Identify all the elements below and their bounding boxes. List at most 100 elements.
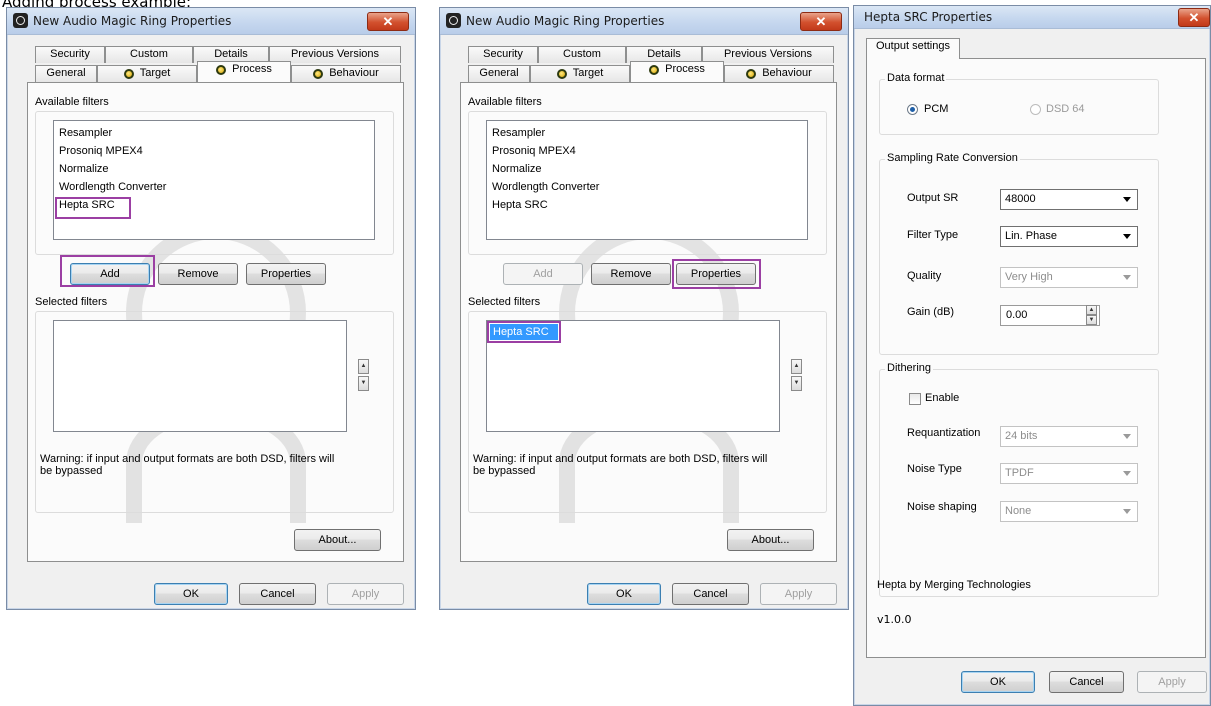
list-item[interactable]: Wordlength Converter xyxy=(59,181,166,193)
close-button[interactable]: ✕ xyxy=(800,12,842,31)
tab-behaviour[interactable]: Behaviour xyxy=(724,65,834,82)
noise-shaping-select[interactable]: None xyxy=(1000,501,1138,522)
requantization-select[interactable]: 24 bits xyxy=(1000,426,1138,447)
arrow-up-icon: ▲ xyxy=(1088,307,1095,313)
filter-type-select[interactable]: Lin. Phase xyxy=(1000,226,1138,247)
tab-process[interactable]: Process xyxy=(197,61,291,82)
target-icon xyxy=(123,69,134,79)
properties-button[interactable]: Properties xyxy=(246,263,326,285)
ok-button[interactable]: OK xyxy=(154,583,228,605)
list-item[interactable]: Prosoniq MPEX4 xyxy=(59,145,143,157)
available-filters-label: Available filters xyxy=(468,96,542,108)
list-item[interactable]: Prosoniq MPEX4 xyxy=(492,145,576,157)
apply-button[interactable]: Apply xyxy=(327,583,404,605)
title-bar[interactable]: Hepta SRC Properties ✕ xyxy=(854,6,1210,29)
move-down-button[interactable]: ▼ xyxy=(358,376,369,391)
noise-shaping-value: None xyxy=(1005,505,1032,517)
remove-button[interactable]: Remove xyxy=(158,263,238,285)
vendor-text: Hepta by Merging Technologies xyxy=(877,579,1031,591)
chevron-down-icon xyxy=(1123,234,1131,239)
quality-select[interactable]: Very High xyxy=(1000,267,1138,288)
tab-process[interactable]: Process xyxy=(630,61,724,82)
ok-button[interactable]: OK xyxy=(587,583,661,605)
noise-type-label: Noise Type xyxy=(907,463,962,475)
chevron-down-icon xyxy=(1123,509,1131,514)
list-item[interactable]: Resampler xyxy=(59,127,112,139)
list-item[interactable]: Normalize xyxy=(492,163,542,175)
close-icon: ✕ xyxy=(1188,10,1200,25)
tab-general[interactable]: General xyxy=(468,65,530,82)
arrow-up-icon: ▲ xyxy=(793,363,800,369)
title-bar[interactable]: New Audio Magic Ring Properties ✕ xyxy=(7,8,415,35)
tab-target[interactable]: Target xyxy=(97,65,197,82)
window-title: New Audio Magic Ring Properties xyxy=(466,14,665,28)
selected-filters-list[interactable] xyxy=(53,320,347,432)
gain-up-button[interactable]: ▲ xyxy=(1086,305,1097,315)
close-icon: ✕ xyxy=(382,14,394,29)
tab-general[interactable]: General xyxy=(35,65,97,82)
noise-type-select[interactable]: TPDF xyxy=(1000,463,1138,484)
window-title: New Audio Magic Ring Properties xyxy=(33,14,232,28)
apply-button[interactable]: Apply xyxy=(760,583,837,605)
pcm-label: PCM xyxy=(924,103,949,115)
close-button[interactable]: ✕ xyxy=(367,12,409,31)
cancel-button[interactable]: Cancel xyxy=(1049,671,1124,693)
behaviour-icon xyxy=(746,69,757,79)
chevron-down-icon xyxy=(1123,275,1131,280)
pcm-radio[interactable] xyxy=(907,104,918,115)
dialog-right: Hepta SRC Properties ✕ Output settings D… xyxy=(853,5,1211,706)
title-bar[interactable]: New Audio Magic Ring Properties ✕ xyxy=(440,8,848,35)
about-button[interactable]: About... xyxy=(294,529,381,551)
list-item[interactable]: Wordlength Converter xyxy=(492,181,599,193)
cancel-button[interactable]: Cancel xyxy=(239,583,316,605)
gain-input[interactable]: 0.00 xyxy=(1000,305,1100,326)
tab-target-label: Target xyxy=(139,67,171,79)
list-item[interactable]: Hepta SRC xyxy=(492,199,548,211)
available-filters-list[interactable]: Resampler Prosoniq MPEX4 Normalize Wordl… xyxy=(486,120,808,240)
list-item[interactable]: Normalize xyxy=(59,163,109,175)
gain-down-button[interactable]: ▼ xyxy=(1086,315,1097,325)
highlight-properties-button xyxy=(672,259,761,289)
dialog-left: New Audio Magic Ring Properties ✕ Securi… xyxy=(6,7,416,610)
list-item[interactable]: Resampler xyxy=(492,127,545,139)
tab-panel: Available filters Resampler Prosoniq MPE… xyxy=(460,82,837,562)
version-text: v1.0.0 xyxy=(877,613,912,626)
tab-output-settings[interactable]: Output settings xyxy=(866,38,960,59)
available-filters-label: Available filters xyxy=(35,96,109,108)
about-button[interactable]: About... xyxy=(727,529,814,551)
dsd64-radio[interactable] xyxy=(1030,104,1041,115)
move-down-button[interactable]: ▼ xyxy=(791,376,802,391)
move-up-button[interactable]: ▲ xyxy=(791,359,802,374)
app-icon xyxy=(446,13,461,28)
ok-button[interactable]: OK xyxy=(961,671,1035,693)
tab-target-label: Target xyxy=(572,67,604,79)
window-title: Hepta SRC Properties xyxy=(864,10,993,24)
output-sr-select[interactable]: 48000 xyxy=(1000,189,1138,210)
add-button[interactable]: Add xyxy=(503,263,583,285)
tab-behaviour[interactable]: Behaviour xyxy=(291,65,401,82)
move-up-button[interactable]: ▲ xyxy=(358,359,369,374)
tab-custom[interactable]: Custom xyxy=(105,46,193,63)
highlight-add-button xyxy=(60,255,155,287)
chevron-down-icon xyxy=(1123,197,1131,202)
dithering-label: Dithering xyxy=(885,362,934,374)
arrow-down-icon: ▼ xyxy=(1088,317,1095,323)
tab-custom[interactable]: Custom xyxy=(538,46,626,63)
close-button[interactable]: ✕ xyxy=(1178,8,1210,27)
tab-target[interactable]: Target xyxy=(530,65,630,82)
enable-checkbox[interactable] xyxy=(909,393,921,405)
tab-security[interactable]: Security xyxy=(468,46,538,63)
highlight-hepta-src xyxy=(55,197,131,219)
available-filters-list[interactable]: Resampler Prosoniq MPEX4 Normalize Wordl… xyxy=(53,120,375,240)
tab-security[interactable]: Security xyxy=(35,46,105,63)
remove-button[interactable]: Remove xyxy=(591,263,671,285)
apply-button[interactable]: Apply xyxy=(1137,671,1207,693)
noise-shaping-label: Noise shaping xyxy=(907,501,977,513)
requantization-value: 24 bits xyxy=(1005,430,1038,442)
tab-behaviour-label: Behaviour xyxy=(762,67,812,79)
data-format-group xyxy=(879,79,1159,135)
cancel-button[interactable]: Cancel xyxy=(672,583,749,605)
tab-process-label: Process xyxy=(232,63,272,75)
arrow-down-icon: ▼ xyxy=(793,380,800,386)
process-icon xyxy=(649,65,660,75)
